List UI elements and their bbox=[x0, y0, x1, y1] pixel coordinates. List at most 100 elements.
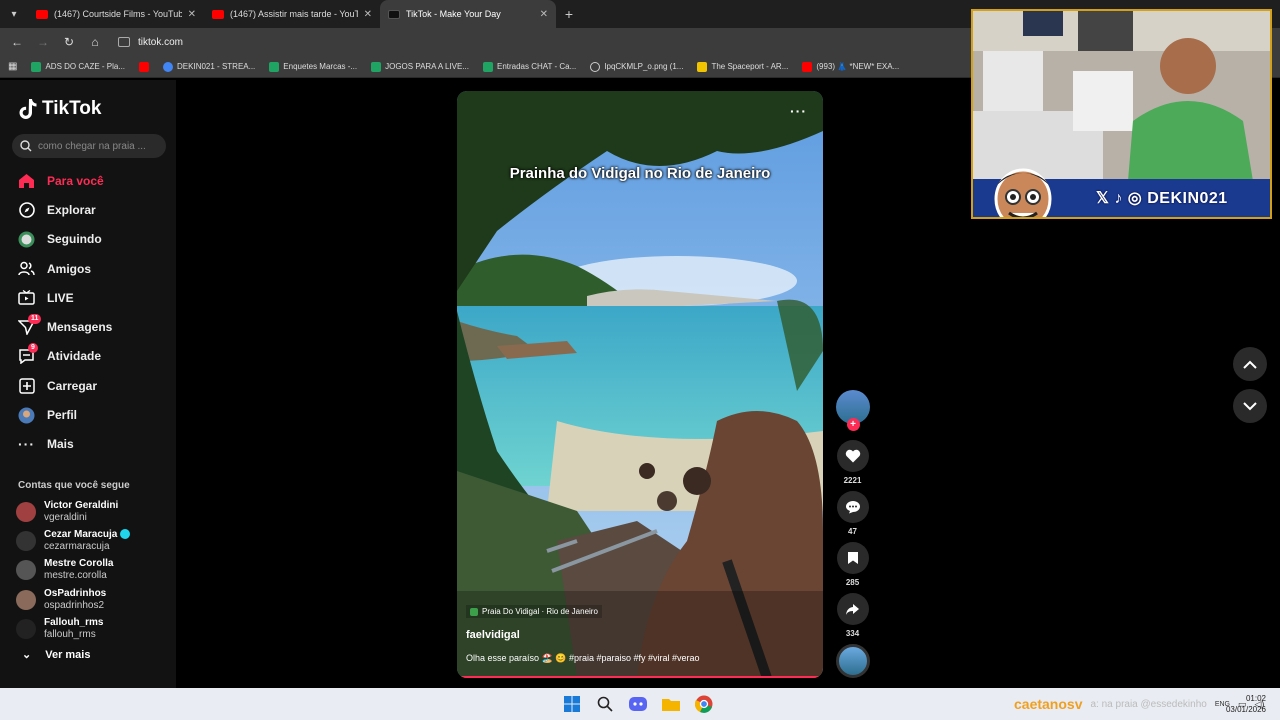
sidebar-item-seguindo[interactable]: Seguindo bbox=[0, 225, 176, 254]
new-tab-button[interactable]: + bbox=[556, 6, 582, 22]
comment-button[interactable]: 47 bbox=[836, 491, 869, 536]
video-progress-bar[interactable] bbox=[457, 676, 823, 678]
video-caption: Olha esse paraíso 🏖️ 😊 #praia #paraiso #… bbox=[466, 653, 700, 663]
sidebar-item-label: Para você bbox=[47, 173, 104, 188]
youtube-icon bbox=[139, 61, 150, 72]
home-button[interactable]: ⌂ bbox=[84, 31, 106, 53]
home-icon bbox=[18, 172, 35, 189]
following-user[interactable]: Cezar Maracuja cezarmaracuja bbox=[16, 526, 176, 555]
overlay-tray-handle: caetanosv bbox=[1014, 696, 1083, 712]
sheets-icon bbox=[371, 61, 382, 72]
search-icon[interactable] bbox=[595, 694, 615, 714]
spaceport-icon bbox=[697, 61, 708, 72]
bookmark-label: Entradas CHAT - Ca... bbox=[496, 62, 577, 71]
music-disc-icon[interactable] bbox=[835, 644, 870, 678]
forward-button[interactable]: → bbox=[32, 31, 54, 53]
search-input[interactable]: como chegar na praia ... bbox=[12, 134, 166, 158]
bookmark-item[interactable]: (993) 👗 *NEW* EXA... bbox=[802, 61, 899, 72]
sidebar-item-carregar[interactable]: Carregar bbox=[0, 371, 176, 400]
avatar bbox=[16, 501, 36, 522]
video-more-options-icon[interactable]: ··· bbox=[790, 103, 807, 119]
bookmark-item[interactable]: JOGOS PARA A LIVE... bbox=[371, 61, 469, 72]
sidebar-item-mensagens[interactable]: 11 Mensagens bbox=[0, 312, 176, 341]
browser-tab-1[interactable]: (1467) Courtside Films - YouTub ✕ bbox=[28, 0, 204, 28]
sidebar-item-label: Seguindo bbox=[47, 232, 102, 247]
file-explorer-icon[interactable] bbox=[661, 694, 681, 714]
site-info-icon[interactable] bbox=[118, 37, 130, 47]
url-field[interactable]: tiktok.com bbox=[118, 37, 183, 48]
bookmark-item[interactable]: Enquetes Marcas -... bbox=[269, 61, 357, 72]
save-count: 285 bbox=[845, 578, 860, 587]
tiktok-logo[interactable]: TikTok bbox=[18, 98, 101, 120]
sidebar-menu: Para você Explorar Seguindo Amigos LIVE … bbox=[0, 166, 176, 459]
windows-start-icon[interactable] bbox=[562, 694, 582, 714]
previous-video-button[interactable] bbox=[1233, 347, 1267, 381]
bookmark-item[interactable]: The Spaceport - AR... bbox=[697, 61, 788, 72]
clock-time: 01:02 bbox=[1245, 694, 1266, 703]
user-name: OsPadrinhos bbox=[44, 587, 107, 599]
discord-icon[interactable] bbox=[628, 694, 648, 714]
sidebar-item-label: Amigos bbox=[47, 261, 92, 276]
youtube-icon bbox=[36, 9, 48, 19]
sidebar-item-explorar[interactable]: Explorar bbox=[0, 195, 176, 224]
bookmark-item[interactable] bbox=[139, 61, 150, 72]
save-button[interactable]: 285 bbox=[836, 542, 869, 587]
bookmark-icon bbox=[836, 542, 869, 574]
like-count: 2221 bbox=[843, 476, 862, 485]
close-icon[interactable]: ✕ bbox=[364, 9, 372, 20]
creator-avatar[interactable]: + bbox=[835, 390, 870, 431]
video-location-tag[interactable]: Praia Do Vidigal · Rio de Janeiro bbox=[466, 605, 602, 618]
youtube-icon bbox=[212, 9, 224, 19]
bookmark-item[interactable]: IpqCKMLP_o.png (1... bbox=[590, 61, 684, 72]
following-list: Victor Geraldini vgeraldini Cezar Maracuj… bbox=[16, 497, 176, 643]
video-player[interactable]: Prainha do Vidigal no Rio de Janeiro ···… bbox=[457, 91, 823, 678]
apps-icon[interactable]: ▦ bbox=[8, 61, 17, 72]
user-name: Victor Geraldini bbox=[44, 499, 119, 511]
see-more-button[interactable]: ⌄ Ver mais bbox=[22, 648, 90, 662]
reload-button[interactable]: ↻ bbox=[58, 31, 80, 53]
notification-badge: 9 bbox=[28, 342, 38, 353]
browser-tab-2[interactable]: (1467) Assistir mais tarde - YouT ✕ bbox=[204, 0, 380, 28]
follow-plus-icon[interactable]: + bbox=[846, 418, 860, 431]
following-user[interactable]: Fallouh_rms fallouh_rms bbox=[16, 614, 176, 643]
tab-search-button[interactable]: ▾ bbox=[0, 0, 28, 28]
video-username[interactable]: faelvidigal bbox=[466, 629, 520, 641]
following-user[interactable]: Mestre Corolla mestre.corolla bbox=[16, 556, 176, 585]
avatar bbox=[16, 530, 36, 551]
next-video-button[interactable] bbox=[1233, 389, 1267, 423]
like-button[interactable]: 2221 bbox=[836, 440, 869, 485]
close-icon[interactable]: ✕ bbox=[188, 9, 196, 20]
sidebar-item-atividade[interactable]: 9 Atividade bbox=[0, 342, 176, 371]
bookmark-item[interactable]: ADS DO CAZE - Pla... bbox=[31, 61, 125, 72]
sidebar-item-label: Perfil bbox=[47, 408, 78, 423]
upload-icon bbox=[18, 377, 35, 394]
bookmark-item[interactable]: Entradas CHAT - Ca... bbox=[482, 61, 577, 72]
sidebar-item-amigos[interactable]: Amigos bbox=[0, 254, 176, 283]
user-name: Mestre Corolla bbox=[44, 558, 114, 570]
bookmark-item[interactable]: DEKIN021 - STREA... bbox=[163, 61, 255, 72]
following-user[interactable]: Victor Geraldini vgeraldini bbox=[16, 497, 176, 526]
friends-icon bbox=[18, 260, 35, 277]
video-location: Praia Do Vidigal · Rio de Janeiro bbox=[482, 607, 598, 616]
close-icon[interactable]: ✕ bbox=[540, 9, 548, 20]
back-button[interactable]: ← bbox=[6, 31, 28, 53]
taskbar-apps bbox=[562, 694, 714, 714]
chevron-down-icon bbox=[1243, 401, 1257, 410]
browser-tab-3[interactable]: TikTok - Make Your Day ✕ bbox=[380, 0, 556, 28]
system-clock[interactable]: 01:02 03/01/2026 bbox=[1226, 693, 1266, 715]
sidebar-item-label: Mensagens bbox=[47, 320, 113, 335]
compass-icon bbox=[18, 201, 35, 218]
share-button[interactable]: 334 bbox=[836, 593, 869, 638]
sidebar-item-mais[interactable]: ··· Mais bbox=[0, 430, 176, 459]
profile-icon bbox=[18, 407, 35, 424]
streamer-handle: 𝕏 ♪ ◎ DEKIN021 bbox=[1096, 188, 1228, 208]
chrome-icon[interactable] bbox=[694, 694, 714, 714]
sidebar-item-live[interactable]: LIVE bbox=[0, 283, 176, 312]
following-section-title: Contas que você segue bbox=[18, 480, 130, 491]
user-name: Cezar Maracuja bbox=[44, 529, 131, 541]
tiktok-icon: ♪ bbox=[1114, 190, 1123, 207]
sidebar-item-para-voce[interactable]: Para você bbox=[0, 166, 176, 195]
sidebar-item-perfil[interactable]: Perfil bbox=[0, 400, 176, 429]
following-user[interactable]: OsPadrinhos ospadrinhos2 bbox=[16, 585, 176, 614]
bookmark-label: IpqCKMLP_o.png (1... bbox=[604, 62, 684, 71]
